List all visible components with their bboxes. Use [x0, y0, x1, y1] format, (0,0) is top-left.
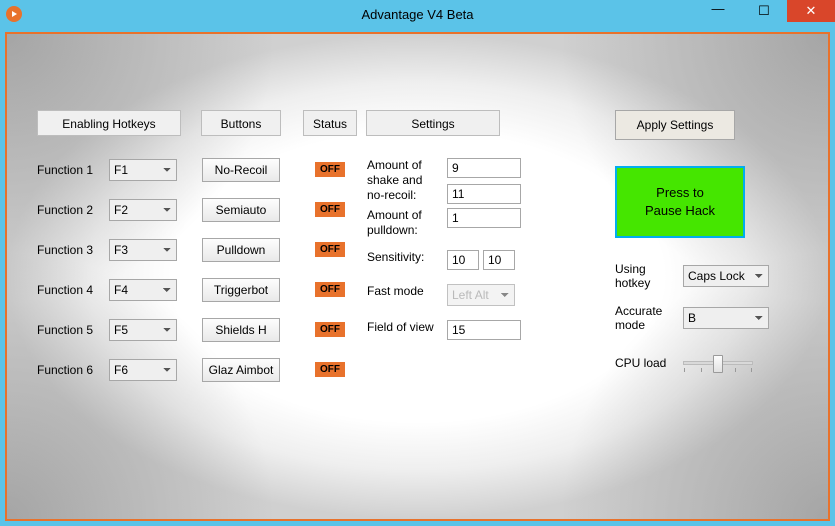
function-row: Function 3F3 [37, 238, 177, 262]
function-button[interactable]: Triggerbot [202, 278, 280, 302]
function-label: Function 3 [37, 243, 109, 257]
cpu-load-slider[interactable] [683, 361, 753, 365]
hotkey-select[interactable]: F4 [109, 279, 177, 301]
pulldown-label: Amount of pulldown: [367, 208, 447, 238]
fastmode-label: Fast mode [367, 284, 447, 299]
hotkey-select[interactable]: F1 [109, 159, 177, 181]
accurate-mode-select[interactable]: B [683, 307, 769, 329]
sensitivity-input-a[interactable] [447, 250, 479, 270]
slider-thumb[interactable] [713, 355, 723, 373]
close-button[interactable]: ✕ [787, 0, 835, 22]
pause-hack-button[interactable]: Press to Pause Hack [615, 166, 745, 238]
status-badge: OFF [315, 282, 345, 297]
function-label: Function 5 [37, 323, 109, 337]
sensitivity-input-b[interactable] [483, 250, 515, 270]
header-settings: Settings [366, 110, 500, 136]
minimize-button[interactable]: — [695, 0, 741, 22]
cpu-load-label: CPU load [615, 356, 683, 370]
status-badge: OFF [315, 202, 345, 217]
status-badge: OFF [315, 162, 345, 177]
status-badge: OFF [315, 362, 345, 377]
function-row: Function 5F5 [37, 318, 177, 342]
app-icon [6, 6, 22, 22]
function-button[interactable]: Pulldown [202, 238, 280, 262]
function-row: Function 4F4 [37, 278, 177, 302]
function-button[interactable]: Shields H [202, 318, 280, 342]
status-badge: OFF [315, 322, 345, 337]
sensitivity-label: Sensitivity: [367, 250, 447, 265]
hotkey-select[interactable]: F6 [109, 359, 177, 381]
shake-input-2[interactable] [447, 184, 521, 204]
using-hotkey-label: Using hotkey [615, 262, 683, 290]
shake-label: Amount of shake and no-recoil: [367, 158, 447, 203]
function-row: Function 6F6 [37, 358, 177, 382]
titlebar: Advantage V4 Beta — ☐ ✕ [0, 0, 835, 28]
maximize-button[interactable]: ☐ [741, 0, 787, 22]
settings-column: Amount of shake and no-recoil: Amount of… [367, 158, 547, 350]
function-button[interactable]: No-Recoil [202, 158, 280, 182]
function-button[interactable]: Glaz Aimbot [202, 358, 280, 382]
using-hotkey-select[interactable]: Caps Lock [683, 265, 769, 287]
accurate-mode-label: Accurate mode [615, 304, 683, 332]
fov-input[interactable] [447, 320, 521, 340]
header-hotkeys: Enabling Hotkeys [37, 110, 181, 136]
header-buttons: Buttons [201, 110, 281, 136]
fastmode-select[interactable]: Left Alt [447, 284, 515, 306]
function-row: Function 1F1 [37, 158, 177, 182]
app-panel: Enabling Hotkeys Buttons Status Settings… [5, 32, 830, 521]
hotkey-select[interactable]: F3 [109, 239, 177, 261]
function-row: Function 2F2 [37, 198, 177, 222]
hotkey-select[interactable]: F5 [109, 319, 177, 341]
pulldown-input[interactable] [447, 208, 521, 228]
hotkey-select[interactable]: F2 [109, 199, 177, 221]
right-column: Apply Settings Press to Pause Hack Using… [615, 110, 800, 370]
status-badge: OFF [315, 242, 345, 257]
function-label: Function 2 [37, 203, 109, 217]
function-label: Function 6 [37, 363, 109, 377]
header-status: Status [303, 110, 357, 136]
apply-settings-button[interactable]: Apply Settings [615, 110, 735, 140]
shake-input-1[interactable] [447, 158, 521, 178]
function-label: Function 1 [37, 163, 109, 177]
function-button[interactable]: Semiauto [202, 198, 280, 222]
fov-label: Field of view [367, 320, 447, 335]
window-buttons: — ☐ ✕ [695, 0, 835, 28]
function-label: Function 4 [37, 283, 109, 297]
